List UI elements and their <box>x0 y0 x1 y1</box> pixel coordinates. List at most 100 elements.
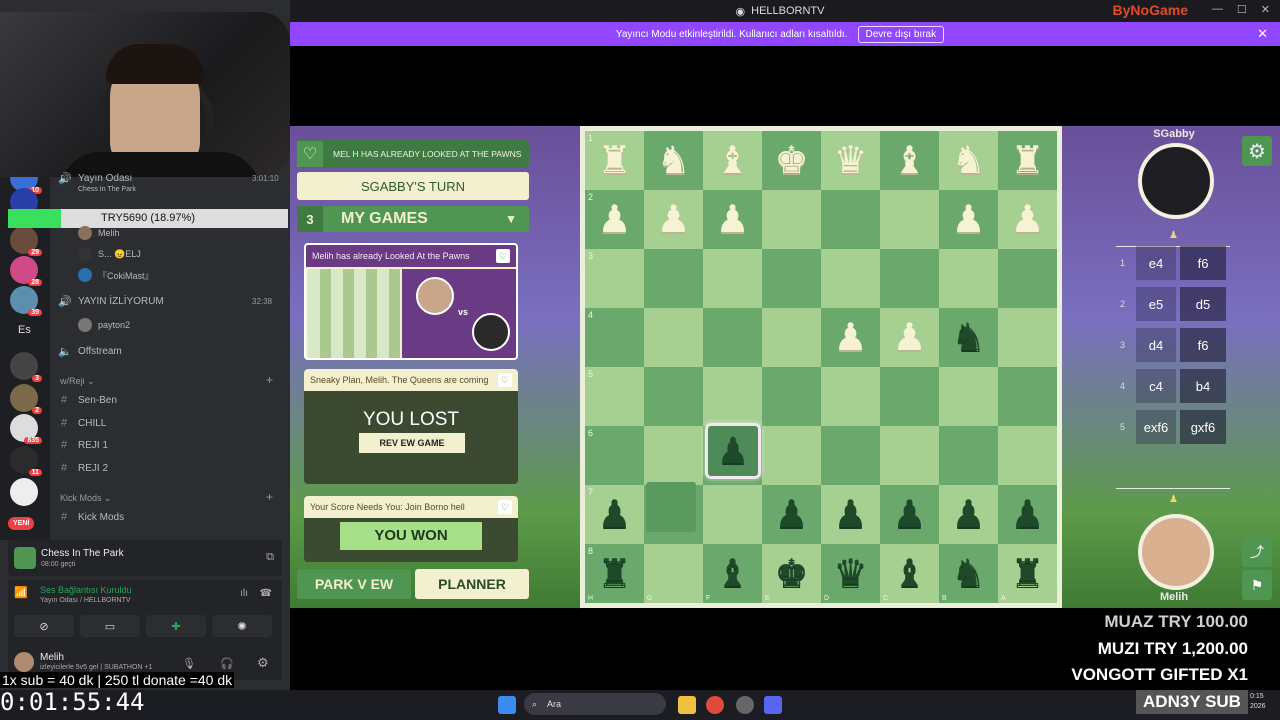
board-square[interactable]: 3 <box>585 249 644 308</box>
review-game-button[interactable]: REV EW GAME <box>359 433 465 453</box>
chevron-down-icon[interactable]: ▼ <box>505 212 517 226</box>
board-square[interactable]: 5 <box>585 367 644 426</box>
black-pawn-icon[interactable]: ♟ <box>951 496 985 534</box>
board-square[interactable] <box>703 367 762 426</box>
black-rook-icon[interactable]: ♜ <box>1010 555 1044 593</box>
board-square[interactable]: ♟ <box>644 190 703 249</box>
flag-icon[interactable]: ⚑ <box>1242 570 1272 600</box>
board-square[interactable] <box>998 367 1057 426</box>
white-rook-icon[interactable]: ♜ <box>1010 142 1044 180</box>
board-square[interactable]: ♟ <box>998 485 1057 544</box>
move-row[interactable]: 3 d4 f6 <box>1116 328 1232 362</box>
board-square[interactable] <box>762 308 821 367</box>
move-row[interactable]: 5 exf6 gxf6 <box>1116 410 1232 444</box>
white-pawn-icon[interactable]: ♟ <box>715 201 749 239</box>
black-king-icon[interactable]: ♚ <box>774 555 808 593</box>
board-square[interactable]: A ♜ <box>998 544 1057 603</box>
text-channel[interactable]: # Kick Mods <box>58 511 124 523</box>
board-square[interactable] <box>998 308 1057 367</box>
disconnect-icon[interactable]: ☎ <box>260 588 272 599</box>
board-square[interactable]: 2 ♟ <box>585 190 644 249</box>
board-square[interactable] <box>821 249 880 308</box>
board-square[interactable]: E ♚ <box>762 544 821 603</box>
server-icon[interactable]: 29 <box>10 226 42 256</box>
board-square[interactable]: ♟ <box>821 485 880 544</box>
noise-icon[interactable]: ılı <box>240 588 248 599</box>
board-square[interactable] <box>762 190 821 249</box>
close-icon[interactable]: ✕ <box>1261 3 1270 16</box>
voice-channel[interactable]: 🔊 YAYIN İZLİYORUM <box>58 295 164 308</box>
popout-icon[interactable]: ⧉ <box>266 551 274 564</box>
white-knight-icon[interactable]: ♞ <box>656 142 690 180</box>
black-knight-icon[interactable]: ♞ <box>951 555 985 593</box>
planner-button[interactable]: PLANNER <box>415 569 529 599</box>
member-row[interactable]: payton2 <box>78 318 130 332</box>
board-square[interactable]: ♛ <box>821 131 880 190</box>
board-square[interactable]: ♟ <box>762 485 821 544</box>
white-pawn-icon[interactable]: ♟ <box>951 201 985 239</box>
activity-card[interactable]: Chess In The Park 08:00 geçti ⧉ <box>8 540 282 576</box>
member-row[interactable]: 『CokiMast』 <box>78 268 154 282</box>
board-square[interactable] <box>703 249 762 308</box>
black-pawn-icon[interactable]: ♟ <box>597 496 631 534</box>
board-square[interactable]: ♚ <box>762 131 821 190</box>
game-card[interactable]: Melih has already Looked At the Pawns ♡ … <box>304 243 518 360</box>
avatar[interactable] <box>14 652 34 672</box>
board-square[interactable]: ♟ <box>880 308 939 367</box>
heart-icon[interactable]: ♡ <box>496 249 510 263</box>
board-square[interactable] <box>644 308 703 367</box>
heart-icon[interactable]: ♡ <box>498 373 512 387</box>
screen-share-button[interactable]: ▭ <box>80 615 140 637</box>
board-square[interactable]: ♝ <box>880 131 939 190</box>
text-channel[interactable]: # REJI 2 <box>58 462 108 474</box>
server-icon[interactable]: 835 <box>10 414 42 444</box>
game-card[interactable]: Sneaky Plan, Melih. The Queens are comin… <box>304 369 518 484</box>
move-row[interactable]: 2 e5 d5 <box>1116 287 1232 321</box>
board-square[interactable] <box>762 426 821 485</box>
board-square[interactable] <box>762 367 821 426</box>
voice-channel[interactable]: 🔈 Offstream <box>58 345 122 358</box>
board-square[interactable] <box>644 426 703 485</box>
black-pawn-icon[interactable]: ♟ <box>1010 496 1044 534</box>
board-square[interactable]: 1 ♜ <box>585 131 644 190</box>
board-square[interactable]: ♞ <box>939 308 998 367</box>
board-square[interactable]: 4 <box>585 308 644 367</box>
share-icon[interactable]: ⤴ <box>1242 537 1272 567</box>
member-row[interactable]: Melih <box>78 226 120 240</box>
board-square[interactable] <box>644 249 703 308</box>
black-bishop-icon[interactable]: ♝ <box>892 555 926 593</box>
board-square[interactable]: ♜ <box>998 131 1057 190</box>
white-pawn-icon[interactable]: ♟ <box>892 319 926 357</box>
settings-icon[interactable]: ⚙ <box>257 655 269 671</box>
app-icon[interactable] <box>736 696 754 714</box>
board-square[interactable] <box>998 249 1057 308</box>
board-square[interactable]: G <box>644 544 703 603</box>
board-square[interactable] <box>762 249 821 308</box>
headphones-icon[interactable]: 🎧 <box>220 657 234 670</box>
server-icon[interactable]: 3 <box>10 352 42 382</box>
file-explorer-icon[interactable] <box>678 696 696 714</box>
server-icon[interactable]: 2 <box>10 384 42 414</box>
microphone-icon[interactable]: 🎙 <box>182 657 196 670</box>
white-king-icon[interactable]: ♚ <box>774 142 808 180</box>
board-square[interactable] <box>880 190 939 249</box>
voice-channel-top[interactable]: 🔊 Yayın Odası <box>58 172 132 185</box>
maximize-icon[interactable]: ☐ <box>1237 3 1247 16</box>
black-pawn-icon[interactable]: ♟ <box>833 496 867 534</box>
server-es[interactable]: Es <box>18 324 31 336</box>
board-square[interactable]: F ♝ <box>703 544 762 603</box>
white-pawn-icon[interactable]: ♟ <box>656 201 690 239</box>
board-square[interactable] <box>821 426 880 485</box>
my-games-header[interactable]: 3 MY GAMES ▼ <box>297 206 529 232</box>
board-square[interactable]: ♟ <box>939 485 998 544</box>
board-square[interactable] <box>821 367 880 426</box>
board-square[interactable]: ♟ <box>939 190 998 249</box>
board-square[interactable]: ♟ <box>703 190 762 249</box>
board-square[interactable]: ♝ <box>703 131 762 190</box>
camera-off-button[interactable]: ⊘ <box>14 615 74 637</box>
add-channel-icon[interactable]: + <box>266 373 273 387</box>
black-queen-icon[interactable]: ♛ <box>833 555 867 593</box>
white-pawn-icon[interactable]: ♟ <box>597 201 631 239</box>
add-channel-icon[interactable]: + <box>266 490 273 504</box>
server-icon[interactable]: 11 <box>10 446 42 476</box>
